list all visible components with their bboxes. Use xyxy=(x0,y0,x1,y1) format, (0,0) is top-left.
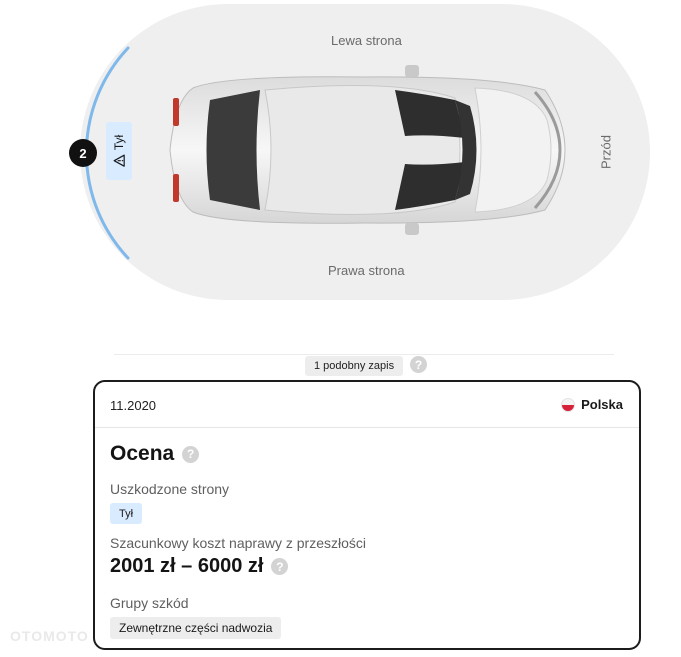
watermark-logo: OTOMOTO xyxy=(10,628,89,644)
damaged-side-chip: Tył xyxy=(110,503,143,524)
country-name: Polska xyxy=(581,397,623,412)
rating-title: Ocena xyxy=(110,442,175,465)
rear-tag-label: Tył xyxy=(112,134,126,151)
warning-triangle-icon xyxy=(113,154,125,167)
similar-records-row: 1 podobny zapis ? xyxy=(96,340,632,380)
card-header: 11.2020 Polska xyxy=(95,382,639,428)
damage-record-card: 11.2020 Polska Ocena ? Uszkodzone strony… xyxy=(93,380,641,650)
card-body: Ocena ? Uszkodzone strony Tył Szacunkowy… xyxy=(110,442,624,639)
left-side-label: Lewa strona xyxy=(331,33,402,48)
rear-damage-tag[interactable]: Tył xyxy=(106,122,132,180)
damaged-sides-label: Uszkodzone strony xyxy=(110,481,230,497)
help-icon[interactable]: ? xyxy=(182,445,200,463)
similar-records-chip[interactable]: 1 podobny zapis xyxy=(305,356,404,376)
right-side-label: Prawa strona xyxy=(328,263,405,278)
rating-heading: Ocena ? xyxy=(110,442,624,466)
damage-group-chip: Zewnętrzne części nadwozia xyxy=(110,617,282,639)
front-label: Przód xyxy=(598,135,614,169)
damage-count-badge: 2 xyxy=(69,139,97,167)
damage-groups-label: Grupy szkód xyxy=(110,595,189,611)
car-top-view xyxy=(169,65,566,235)
repair-cost-label: Szacunkowy koszt naprawy z przeszłości xyxy=(110,535,366,551)
poland-flag-icon xyxy=(561,397,576,412)
help-icon[interactable]: ? xyxy=(410,356,427,373)
damage-diagram: Lewa strona Prawa strona Przód Tył 2 xyxy=(0,0,681,330)
repair-cost-value: 2001 zł – 6000 zł xyxy=(110,555,264,577)
record-date: 11.2020 xyxy=(110,398,157,413)
help-icon[interactable]: ? xyxy=(271,558,289,575)
country-indicator: Polska xyxy=(561,397,623,412)
repair-cost-row: 2001 zł – 6000 zł ? xyxy=(110,555,289,578)
